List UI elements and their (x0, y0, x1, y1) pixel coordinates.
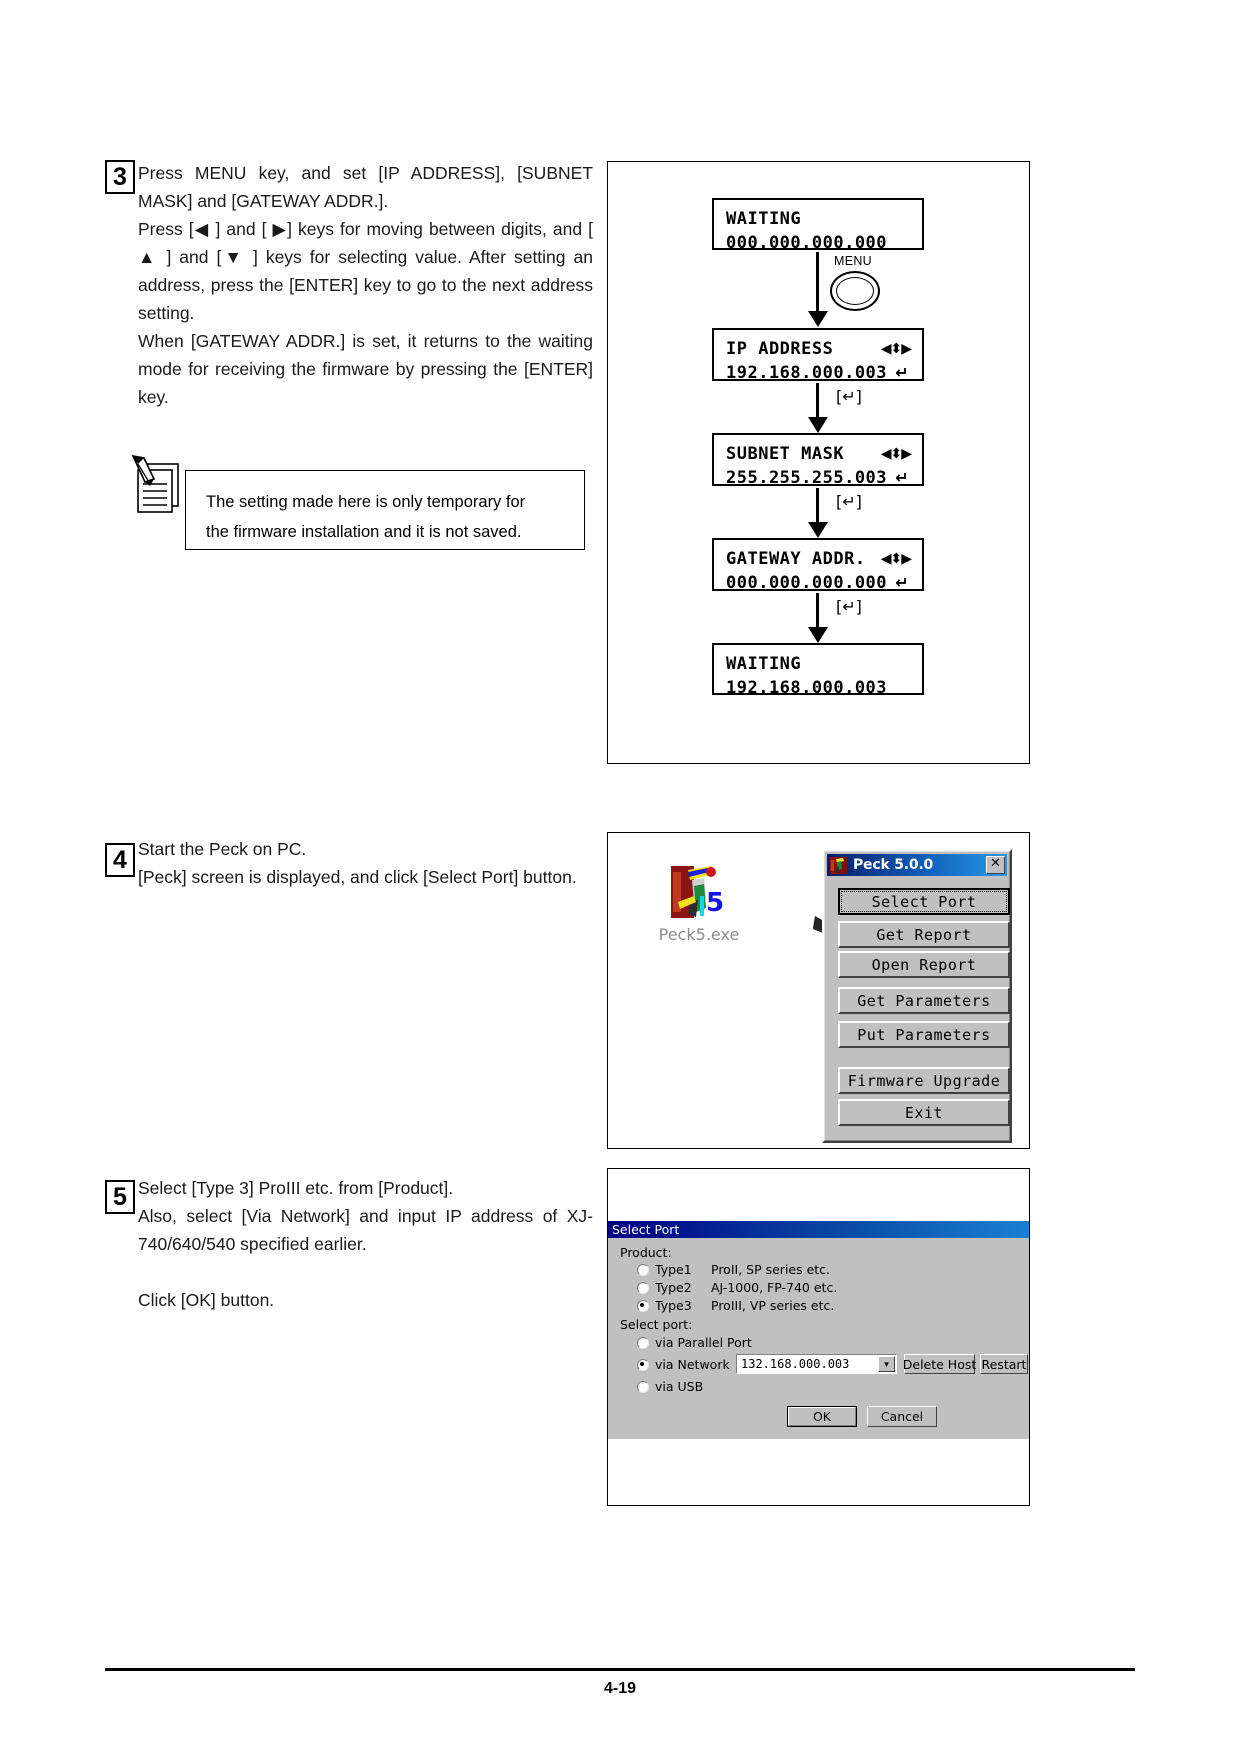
manual-page: 3 Press MENU key, and set [IP ADDRESS], … (0, 0, 1240, 1754)
radio-via-usb[interactable] (637, 1381, 649, 1393)
flow-label-enter-1: [↵] (836, 387, 862, 406)
footer-divider (105, 1668, 1135, 1671)
step-number-3: 3 (105, 160, 135, 194)
radio-type1-label: Type1 (655, 1262, 692, 1277)
flow-label-enter-3: [↵] (836, 597, 862, 616)
network-host-combobox[interactable]: 132.168.000.003 ▼ (736, 1354, 897, 1374)
lcd-enter-icon: ↵ (895, 573, 909, 592)
radio-via-parallel-port[interactable] (637, 1337, 649, 1349)
lcd-value: 192.168.000.003 (726, 363, 888, 383)
lcd-enter-icon: ↵ (895, 468, 909, 487)
step-number-5: 5 (105, 1180, 135, 1214)
lcd-flow-panel: WAITING 000.000.000.000 MENU IP ADDRESS … (607, 161, 1030, 764)
menu-knob-icon (830, 271, 880, 311)
lcd-value: 000.000.000.000 (726, 573, 888, 593)
restart-button[interactable]: Restart (980, 1354, 1028, 1374)
select-port-panel: Select Port Product: Type1 ProII, SP ser… (607, 1168, 1030, 1506)
product-group-label: Product: (620, 1245, 672, 1260)
note-line-2: the firmware installation and it is not … (206, 523, 522, 541)
get-parameters-button[interactable]: Get Parameters (838, 987, 1010, 1014)
radio-via-network[interactable] (637, 1359, 649, 1371)
exit-button[interactable]: Exit (838, 1099, 1010, 1126)
flow-arrow-to-waiting-final (807, 593, 828, 643)
radio-type3-desc: ProIII, VP series etc. (711, 1298, 835, 1313)
lcd-title: WAITING (726, 654, 802, 674)
flow-arrow-to-gateway-addr (807, 488, 828, 538)
network-host-value: 132.168.000.003 (741, 1357, 850, 1371)
lcd-nav-arrows-icon: ◀⬍▶ (880, 446, 912, 462)
menu-button-label: MENU (834, 254, 873, 268)
select-port-button[interactable]: Select Port (838, 888, 1010, 915)
note-box: The setting made here is only temporary … (185, 470, 585, 550)
peck-window-titlebar[interactable]: Peck 5.0.0 ✕ (827, 854, 1007, 876)
radio-type2-desc: AJ-1000, FP-740 etc. (711, 1280, 838, 1295)
select-port-titlebar[interactable]: Select Port (608, 1221, 1029, 1238)
memo-pencil-icon (130, 452, 192, 519)
step-3-paragraph-1: Press MENU key, and set [IP ADDRESS], [S… (138, 163, 593, 211)
radio-type1[interactable] (637, 1264, 649, 1276)
firmware-upgrade-button[interactable]: Firmware Upgrade (838, 1067, 1010, 1094)
page-number: 4-19 (603, 1680, 637, 1697)
peck5-exe-icon[interactable]: 5 (666, 862, 730, 931)
open-report-button[interactable]: Open Report (838, 951, 1010, 978)
lcd-screen-waiting-final: WAITING 192.168.000.003 (712, 643, 924, 698)
lcd-screen-waiting-initial: WAITING 000.000.000.000 (712, 198, 924, 253)
lcd-title: GATEWAY ADDR. (726, 549, 866, 569)
get-report-button[interactable]: Get Report (838, 921, 1010, 948)
radio-type3-label: Type3 (655, 1298, 692, 1313)
lcd-enter-icon: ↵ (895, 363, 909, 382)
radio-type2[interactable] (637, 1282, 649, 1294)
step-5-paragraph-1: Select [Type 3] ProIII etc. from [Produc… (138, 1178, 454, 1198)
delete-host-button[interactable]: Delete Host (903, 1354, 976, 1374)
lcd-title: IP ADDRESS (726, 339, 834, 359)
lcd-value: 255.255.255.003 (726, 468, 888, 488)
flow-arrow-to-subnet-mask (807, 383, 828, 433)
lcd-value: 000.000.000.000 (726, 233, 888, 253)
lcd-screen-gateway-addr: GATEWAY ADDR. ◀⬍▶ 000.000.000.000 ↵ (712, 538, 924, 593)
select-port-dialog: Select Port Product: Type1 ProII, SP ser… (608, 1221, 1029, 1439)
lcd-screen-subnet-mask: SUBNET MASK ◀⬍▶ 255.255.255.003 ↵ (712, 433, 924, 488)
chevron-down-icon[interactable]: ▼ (878, 1356, 895, 1372)
svg-text:5: 5 (706, 888, 724, 918)
step-number-4: 4 (105, 843, 135, 877)
step-5-paragraph-3: Click [OK] button. (138, 1290, 275, 1310)
ok-button-label: OK (788, 1407, 856, 1426)
lcd-value: 192.168.000.003 (726, 678, 888, 698)
lcd-nav-arrows-icon: ◀⬍▶ (880, 341, 912, 357)
peck5-exe-label: Peck5.exe (658, 925, 740, 944)
flow-arrow-to-ip-address (807, 252, 828, 327)
lcd-title: SUBNET MASK (726, 444, 845, 464)
note-line-1: The setting made here is only temporary … (206, 493, 526, 511)
radio-type3[interactable] (637, 1300, 649, 1312)
peck-window: Peck 5.0.0 ✕ Select Port Get Report Open… (822, 849, 1012, 1143)
cancel-button[interactable]: Cancel (867, 1406, 937, 1427)
peck-window-app-icon (830, 856, 847, 874)
radio-type1-desc: ProII, SP series etc. (711, 1262, 831, 1277)
lcd-title: WAITING (726, 209, 802, 229)
select-port-button-label: Select Port (841, 891, 1007, 912)
flow-label-enter-2: [↵] (836, 492, 862, 511)
ok-button[interactable]: OK (787, 1406, 857, 1427)
radio-via-usb-label: via USB (655, 1379, 704, 1394)
step-4-paragraph-2: [Peck] screen is displayed, and click [S… (138, 867, 577, 887)
step-4-paragraph-1: Start the Peck on PC. (138, 839, 307, 859)
port-group-label: Select port: (620, 1317, 693, 1332)
radio-via-network-label: via Network (655, 1357, 730, 1372)
step-3-paragraph-2: Press [◀ ] and [ ▶] keys for moving betw… (138, 219, 593, 323)
lcd-nav-arrows-icon: ◀⬍▶ (880, 551, 912, 567)
lcd-screen-ip-address: IP ADDRESS ◀⬍▶ 192.168.000.003 ↵ (712, 328, 924, 383)
put-parameters-button[interactable]: Put Parameters (838, 1021, 1010, 1048)
close-icon[interactable]: ✕ (986, 856, 1005, 874)
peck-window-title: Peck 5.0.0 (853, 857, 934, 873)
radio-via-parallel-port-label: via Parallel Port (655, 1335, 752, 1350)
peck-app-panel: 5 Peck5.exe Peck 5.0.0 ✕ Select Port Get… (607, 832, 1030, 1149)
step-3-paragraph-3: When [GATEWAY ADDR.] is set, it returns … (138, 331, 593, 407)
radio-type2-label: Type2 (655, 1280, 692, 1295)
step-5-paragraph-2: Also, select [Via Network] and input IP … (138, 1206, 593, 1254)
